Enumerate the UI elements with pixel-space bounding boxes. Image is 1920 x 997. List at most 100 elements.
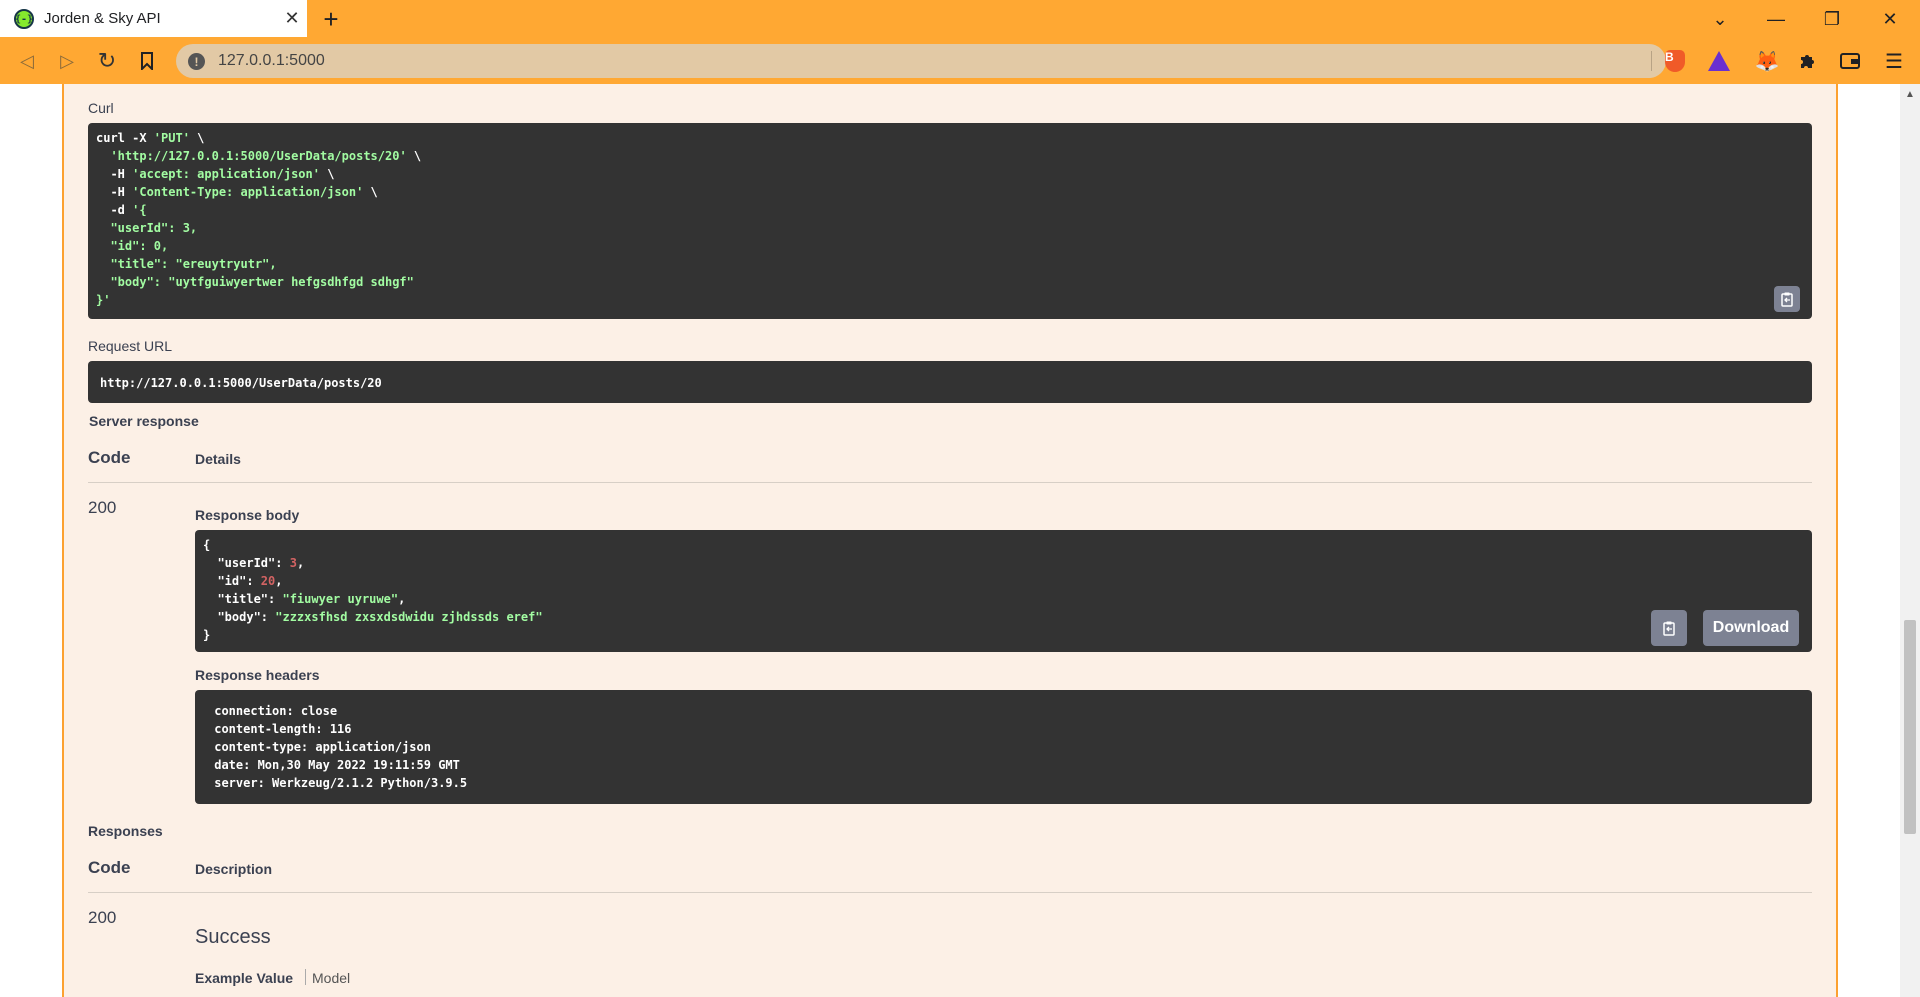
address-bar[interactable]: ! 127.0.0.1:5000 bbox=[176, 44, 1666, 78]
json-key: "body": bbox=[203, 610, 276, 624]
tab-search-icon[interactable]: ⌄ bbox=[1700, 4, 1740, 34]
response-headers-label: Response headers bbox=[195, 667, 320, 683]
copy-curl-button[interactable] bbox=[1774, 286, 1800, 312]
curl-line: "body": "uytfguiwyertwer hefgsdhfgd sdhg… bbox=[96, 273, 1804, 291]
browser-tab[interactable]: {-} Jorden & Sky API ✕ bbox=[0, 0, 307, 37]
example-value-tab[interactable]: Example Value bbox=[195, 970, 293, 986]
browser-toolbar: ◁ ▷ ↻ ! 127.0.0.1:5000 B 🦊 ☰ bbox=[0, 37, 1920, 84]
json-key: "id": bbox=[203, 574, 261, 588]
put-operation-block: Curl curl -X 'PUT' \ 'http://127.0.0.1:5… bbox=[62, 84, 1838, 997]
tab-title: Jorden & Sky API bbox=[44, 10, 161, 27]
close-window-button[interactable]: ✕ bbox=[1870, 4, 1910, 34]
wallet-icon[interactable] bbox=[1838, 49, 1862, 73]
tab-close-icon[interactable]: ✕ bbox=[280, 6, 304, 30]
curl-line-string: "body": "uytfguiwyertwer hefgsdhfgd sdhg… bbox=[96, 275, 414, 289]
curl-line-text: -H bbox=[96, 167, 133, 181]
curl-line-tail: \ bbox=[363, 185, 378, 199]
curl-line: curl -X 'PUT' \ bbox=[96, 129, 1804, 147]
curl-line: -H 'Content-Type: application/json' \ bbox=[96, 183, 1804, 201]
response-header-line: content-length: 116 bbox=[207, 722, 359, 736]
json-key: "title": bbox=[203, 592, 283, 606]
curl-line-string: "id": 0, bbox=[96, 239, 169, 253]
curl-line-string: 'Content-Type: application/json' bbox=[132, 185, 364, 199]
response-headers-code-block: connection: close content-length: 116 co… bbox=[195, 690, 1812, 804]
curl-line: "id": 0, bbox=[96, 237, 1804, 255]
forward-icon[interactable]: ▷ bbox=[52, 46, 82, 76]
back-icon[interactable]: ◁ bbox=[12, 46, 42, 76]
menu-hamburger-icon[interactable]: ☰ bbox=[1882, 49, 1906, 73]
metamask-fox-icon[interactable]: 🦊 bbox=[1755, 49, 1780, 73]
curl-line: 'http://127.0.0.1:5000/UserData/posts/20… bbox=[96, 147, 1804, 165]
swagger-favicon-icon: {-} bbox=[14, 9, 34, 29]
response-header-line: date: Mon,30 May 2022 19:11:59 GMT bbox=[207, 758, 468, 772]
curl-line: }' bbox=[96, 291, 1804, 309]
json-tail: , bbox=[398, 592, 406, 606]
curl-line-tail: \ bbox=[319, 167, 335, 181]
server-response-code: 200 bbox=[88, 498, 117, 517]
json-field: "userId": 3, bbox=[203, 554, 1804, 572]
responses-code-header: Code bbox=[88, 858, 131, 877]
minimize-button[interactable]: — bbox=[1756, 4, 1796, 34]
json-field: "title": "fiuwyer uyruwe", bbox=[203, 590, 1804, 608]
responses-description-header: Description bbox=[195, 861, 273, 877]
json-value: 20 bbox=[260, 574, 276, 588]
request-url-value: http://127.0.0.1:5000/UserData/posts/20 bbox=[88, 361, 1812, 403]
json-tail: , bbox=[296, 556, 305, 570]
browser-tab-bar: {-} Jorden & Sky API ✕ + ⌄ — ❐ ✕ bbox=[0, 0, 1920, 37]
download-button[interactable]: Download bbox=[1703, 610, 1799, 646]
extensions-puzzle-icon[interactable] bbox=[1795, 49, 1819, 73]
copy-response-button[interactable] bbox=[1651, 610, 1687, 646]
curl-label: Curl bbox=[88, 100, 114, 116]
json-field: "body": "zzzxsfhsd zxsxdsdwidu zjhdssds … bbox=[203, 608, 1804, 626]
curl-line-tail: \ bbox=[406, 149, 422, 163]
scroll-thumb[interactable] bbox=[1904, 620, 1916, 834]
reload-icon[interactable]: ↻ bbox=[92, 46, 122, 76]
json-open-brace: { bbox=[203, 538, 211, 552]
curl-line-text bbox=[96, 149, 110, 163]
curl-line-string: '{ bbox=[132, 203, 147, 217]
server-response-divider bbox=[88, 482, 1812, 483]
json-field: "id": 20, bbox=[203, 572, 1804, 590]
curl-line-string: 'PUT' bbox=[153, 131, 190, 145]
brave-shields-icon[interactable]: B bbox=[1663, 49, 1687, 73]
address-url[interactable]: 127.0.0.1:5000 bbox=[218, 52, 325, 70]
curl-line-string: 'http://127.0.0.1:5000/UserData/posts/20… bbox=[110, 149, 407, 163]
request-url-label: Request URL bbox=[88, 338, 173, 354]
server-response-label: Server response bbox=[89, 413, 199, 429]
responses-description: Success bbox=[195, 926, 271, 948]
page-viewport: Curl curl -X 'PUT' \ 'http://127.0.0.1:5… bbox=[0, 84, 1920, 997]
curl-line: -H 'accept: application/json' \ bbox=[96, 165, 1804, 183]
json-key: "userId": bbox=[203, 556, 290, 570]
responses-code: 200 bbox=[88, 908, 117, 927]
page-scrollbar[interactable]: ▲ bbox=[1900, 84, 1920, 997]
curl-line-text: -d bbox=[96, 203, 133, 217]
json-tail: , bbox=[275, 574, 283, 588]
restore-button[interactable]: ❐ bbox=[1812, 4, 1852, 34]
json-close-brace: } bbox=[203, 628, 211, 642]
response-header-line: connection: close bbox=[207, 704, 345, 718]
curl-line: -d '{ bbox=[96, 201, 1804, 219]
curl-line-string: }' bbox=[96, 293, 111, 307]
json-value: "zzzxsfhsd zxsxdsdwidu zjhdssds eref" bbox=[275, 610, 543, 624]
curl-line: "title": "ereuytryutr", bbox=[96, 255, 1804, 273]
curl-line-tail: \ bbox=[189, 131, 205, 145]
curl-line-string: "title": "ereuytryutr", bbox=[96, 257, 277, 271]
new-tab-button[interactable]: + bbox=[316, 4, 346, 34]
response-header-line: server: Werkzeug/2.1.2 Python/3.9.5 bbox=[207, 776, 475, 790]
json-value: "fiuwyer uyruwe" bbox=[282, 592, 399, 606]
site-info-icon[interactable]: ! bbox=[188, 53, 205, 70]
model-tab[interactable]: Model bbox=[312, 970, 350, 986]
server-response-details-header: Details bbox=[195, 451, 241, 467]
brave-rewards-icon[interactable] bbox=[1707, 49, 1731, 73]
clipboard-icon bbox=[1663, 621, 1675, 636]
curl-code-block: curl -X 'PUT' \ 'http://127.0.0.1:5000/U… bbox=[88, 123, 1812, 319]
responses-divider bbox=[88, 892, 1812, 893]
response-header-line: content-type: application/json bbox=[207, 740, 439, 754]
scroll-up-icon[interactable]: ▲ bbox=[1905, 89, 1915, 100]
json-value: 3 bbox=[289, 556, 297, 570]
bookmark-icon[interactable] bbox=[132, 46, 162, 76]
curl-line-string: 'accept: application/json' bbox=[132, 167, 320, 181]
address-divider bbox=[1651, 51, 1652, 71]
response-body-code-block: { "userId": 3, "id": 20, "title": "fiuwy… bbox=[195, 530, 1812, 652]
curl-line-text: curl -X bbox=[96, 131, 154, 145]
